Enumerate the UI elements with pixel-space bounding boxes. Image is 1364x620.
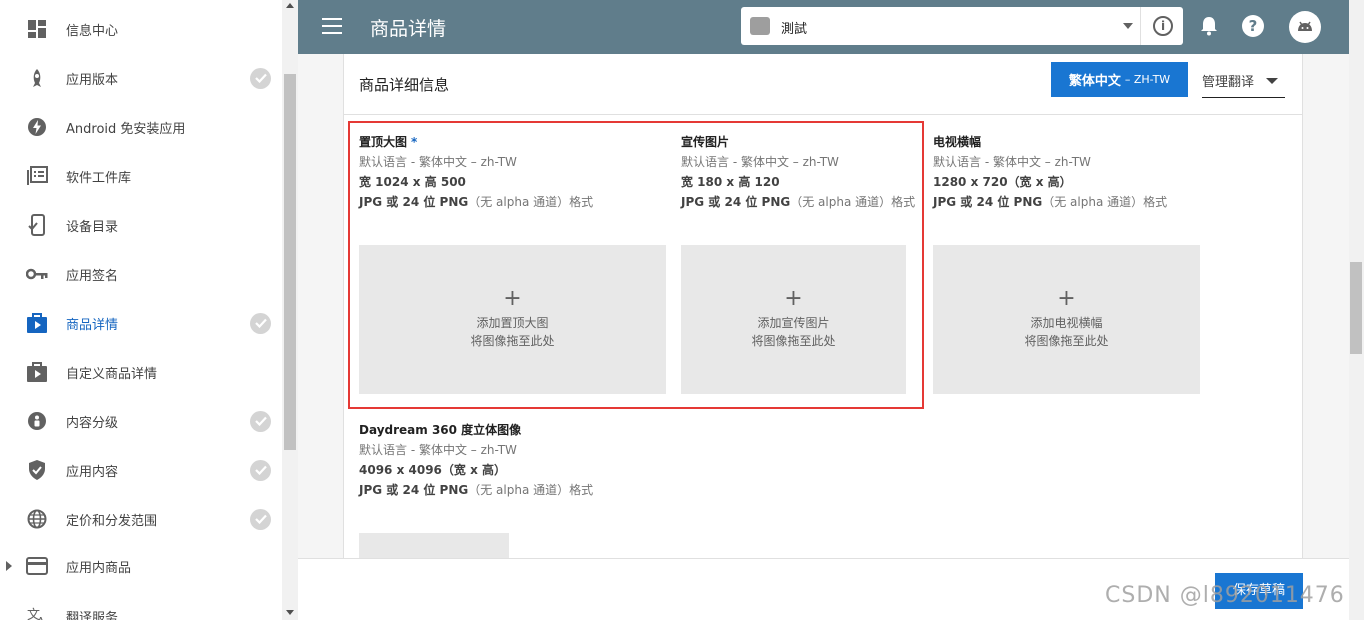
svg-text:A: A [37,615,45,620]
check-icon [250,410,271,432]
asset-size: 1280 x 720（宽 x 高） [933,175,1072,189]
key-icon [26,263,48,285]
scroll-up-icon[interactable] [286,3,294,8]
sidebar-item-artifact-library[interactable]: 软件工件库 [0,156,282,196]
custom-listing-icon [26,361,48,383]
globe-icon [26,508,48,530]
avatar[interactable] [1289,11,1321,43]
sidebar-item-label: 自定义商品详情 [66,366,158,382]
asset-format: JPG 或 24 位 PNG（无 alpha 通道）格式 [359,483,594,497]
sidebar-item-releases[interactable]: 应用版本 [0,58,282,98]
dropzone-drag-label: 将图像拖至此处 [1024,334,1109,348]
main-scrollbar-thumb[interactable] [1350,262,1362,354]
asset-title: Daydream 360 度立体图像 [359,423,522,437]
help-icon[interactable]: ? [1241,14,1265,38]
sidebar-item-label: 应用内容 [66,464,119,480]
asset-format: JPG 或 24 位 PNG（无 alpha 通道）格式 [933,195,1168,209]
app-name: 測試 [781,22,808,37]
translate-icon: 文A [26,605,48,620]
manage-translation-dropdown[interactable]: 管理翻译 [1202,62,1285,98]
store-listing-icon [26,312,48,334]
chevron-down-icon[interactable] [1123,23,1133,29]
dashboard-icon [26,18,48,40]
scroll-down-icon[interactable] [286,610,294,615]
content-rating-icon [26,410,48,432]
sidebar-item-app-content[interactable]: 应用内容 [0,450,282,490]
page-title: 商品详情 [370,18,447,40]
check-icon [250,67,271,89]
watermark: CSDN @l892011476 [1105,583,1345,608]
language-button[interactable]: 繁体中文 – ZH-TW [1051,62,1188,97]
chevron-down-icon [1266,78,1278,84]
svg-text:?: ? [1249,17,1258,35]
asset-language: 默认语言 - 繁体中文 – zh-TW [359,443,517,457]
sidebar-item-store-listing[interactable]: 商品详情 [0,303,282,343]
credit-card-icon [26,555,48,577]
language-label: 繁体中文 [1068,74,1121,89]
asset-language: 默认语言 - 繁体中文 – zh-TW [933,155,1091,169]
check-icon [250,459,271,481]
instant-app-icon [26,116,48,138]
tv-banner-dropzone[interactable]: + 添加电视横幅 将图像拖至此处 [933,245,1200,394]
card-title: 商品详细信息 [359,76,450,94]
highlight-annotation [348,121,924,409]
app-selector[interactable]: 測試 i [741,7,1183,45]
library-icon [26,165,48,187]
asset-title: 电视横幅 [933,135,982,149]
menu-icon[interactable] [322,18,342,34]
asset-size: 4096 x 4096（宽 x 高） [359,463,506,477]
dropzone-add-label: 添加电视横幅 [1030,316,1103,330]
sidebar-item-dashboard[interactable]: 信息中心 [0,9,282,49]
sidebar-item-label: 翻译服务 [66,610,119,620]
sidebar-item-label: Android 免安装应用 [66,121,186,137]
divider [344,114,1302,115]
rocket-icon [26,67,48,89]
notifications-icon[interactable] [1197,14,1221,38]
sidebar-item-content-rating[interactable]: 内容分级 [0,401,282,441]
sidebar-item-label: 应用内商品 [66,560,132,576]
sidebar-item-pricing-distribution[interactable]: 定价和分发范围 [0,499,282,539]
sidebar-item-device-catalog[interactable]: 设备目录 [0,205,282,245]
plus-icon: + [1057,286,1076,311]
check-icon [250,508,271,530]
sidebar-item-label: 定价和分发范围 [66,513,158,529]
sidebar-item-label: 设备目录 [66,219,119,235]
sidebar-item-label: 内容分级 [66,415,119,431]
sidebar-item-translation-service[interactable]: 文A 翻译服务 [0,596,282,620]
sidebar-item-instant-apps[interactable]: Android 免安装应用 [0,107,282,147]
sidebar-item-label: 信息中心 [66,23,119,39]
sidebar-item-label: 应用签名 [66,268,119,284]
check-icon [250,312,271,334]
daydream-image-dropzone[interactable] [359,533,509,558]
sidebar-item-in-app-products[interactable]: 应用内商品 [0,546,282,586]
sidebar-item-label: 商品详情 [66,317,119,333]
sidebar-scrollbar-thumb[interactable] [284,74,296,450]
shield-icon [26,459,48,481]
sidebar-item-custom-store-listing[interactable]: 自定义商品详情 [0,352,282,392]
tv-banner-info: 电视横幅 默认语言 - 繁体中文 – zh-TW 1280 x 720（宽 x … [933,132,1167,212]
divider [1140,7,1141,45]
android-icon [750,17,770,35]
expand-arrow-icon[interactable] [6,561,12,571]
sidebar-item-app-signing[interactable]: 应用签名 [0,254,282,294]
sidebar-item-label: 应用版本 [66,72,119,88]
manage-translation-label: 管理翻译 [1202,75,1255,90]
sidebar-item-label: 软件工件库 [66,170,132,186]
info-icon[interactable]: i [1153,16,1173,36]
daydream-image-info: Daydream 360 度立体图像 默认语言 - 繁体中文 – zh-TW 4… [359,420,593,500]
language-code: – ZH-TW [1124,73,1171,86]
top-app-bar: 商品详情 測試 i ? [298,0,1349,54]
device-catalog-icon [26,214,48,236]
sidebar: 信息中心 应用版本 Android 免安装应用 软件工件库 设备目录 应用签名 [0,0,298,620]
